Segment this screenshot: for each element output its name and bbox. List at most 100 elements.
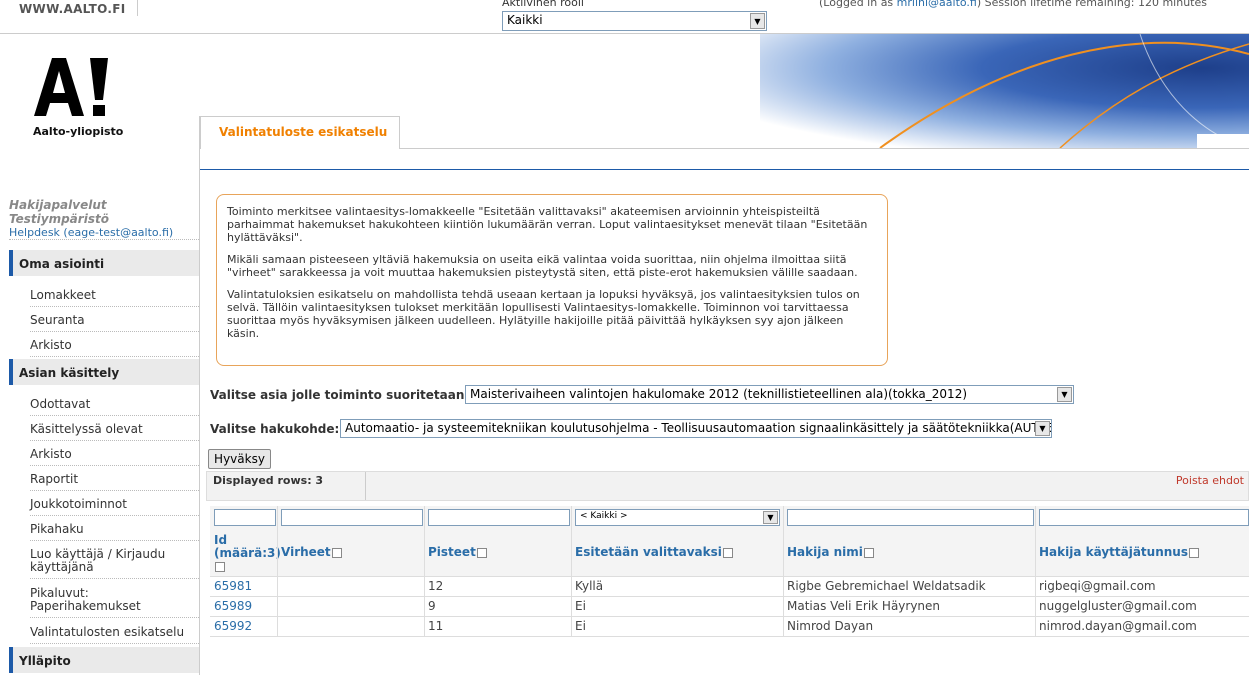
sidebar-item-pikahaku[interactable]: Pikahaku (30, 523, 199, 541)
user-email-link[interactable]: mriihi@aalto.fi (897, 0, 977, 9)
table-cell-pisteet: 12 (428, 579, 444, 593)
chevron-down-icon[interactable]: ▼ (1035, 421, 1050, 436)
chevron-down-icon[interactable]: ▼ (1057, 387, 1072, 402)
tab-baseline (400, 148, 1249, 149)
role-select[interactable]: Kaikki ▼ (502, 11, 767, 31)
hyvaksy-button[interactable]: Hyväksy (208, 449, 271, 469)
asia-select[interactable]: Maisterivaiheen valintojen hakulomake 20… (465, 385, 1074, 404)
info-box: Toiminto merkitsee valintaesitys-lomakke… (216, 194, 888, 366)
sidebar-title-line2: Testiympäristö (9, 212, 109, 226)
displayed-rows: Displayed rows: 3 (213, 474, 324, 487)
row-divider (210, 596, 1249, 597)
table-cell-esitetaan: Kyllä (575, 579, 604, 593)
table-cell-nimi: Nimrod Dayan (787, 619, 874, 633)
info-paragraph-2: Mikäli samaan pisteeseen yltäviä hakemuk… (227, 253, 858, 279)
content-top-line (200, 169, 1249, 170)
column-checkbox[interactable] (215, 561, 225, 572)
header-label: Hakija nimi (787, 545, 863, 559)
asia-select-value: Maisterivaiheen valintojen hakulomake 20… (470, 387, 968, 401)
table-cell-kayttajatunnus: rigbeqi@gmail.com (1039, 579, 1156, 593)
header-label: Virheet (281, 545, 331, 559)
column-header-kayttajatunnus[interactable]: Hakija käyttäjätunnus (1039, 546, 1199, 559)
hakukohde-select[interactable]: Automaatio- ja systeemitekniikan koulutu… (340, 419, 1052, 438)
divider (365, 472, 366, 500)
session-suffix: ) Session lifetime remaining: 120 minute… (976, 0, 1207, 9)
column-divider (424, 506, 425, 636)
top-bar: WWW.AALTO.FI Aktiivinen rooli Kaikki ▼ (… (0, 0, 1249, 34)
table-cell-esitetaan: Ei (575, 619, 586, 633)
info-paragraph-1: Toiminto merkitsee valintaesitys-lomakke… (227, 205, 868, 244)
chevron-down-icon[interactable]: ▼ (750, 13, 765, 29)
filter-nimi-input[interactable] (787, 509, 1034, 526)
header-banner (760, 34, 1249, 148)
column-header-id[interactable]: Id (määrä:3) (214, 534, 281, 573)
tab-valintatuloste-esikatselu[interactable]: Valintatuloste esikatselu (200, 116, 400, 149)
sidebar-item-arkisto[interactable]: Arkisto (30, 339, 199, 357)
sidebar-section-oma-asiointi[interactable]: Oma asiointi (9, 250, 199, 276)
column-checkbox[interactable] (863, 547, 874, 558)
table-cell-kayttajatunnus: nuggelgluster@gmail.com (1039, 599, 1197, 613)
sidebar-item-lomakkeet[interactable]: Lomakkeet (30, 289, 199, 307)
role-select-value: Kaikki (507, 13, 543, 27)
header-label: Esitetään valittavaksi (575, 545, 722, 559)
table-cell-pisteet: 11 (428, 619, 444, 633)
table-row-id-link[interactable]: 65992 (214, 619, 252, 633)
column-header-esitetaan[interactable]: Esitetään valittavaksi (575, 546, 733, 559)
aalto-logo[interactable] (34, 58, 114, 118)
column-checkbox[interactable] (476, 547, 487, 558)
sidebar-item-odottavat[interactable]: Odottavat (30, 398, 199, 416)
column-checkbox[interactable] (331, 547, 342, 558)
column-header-virheet[interactable]: Virheet (281, 546, 342, 559)
sidebar-item-pikaluvut[interactable]: Pikaluvut: Paperihakemukset (30, 587, 199, 618)
sidebar-item-raportit[interactable]: Raportit (30, 473, 199, 491)
column-divider (1035, 506, 1036, 636)
hakukohde-select-value: Automaatio- ja systeemitekniikan koulutu… (345, 421, 1052, 435)
sidebar-item-arkisto-2[interactable]: Arkisto (30, 448, 199, 466)
sidebar-item-luo-kayttaja[interactable]: Luo käyttäjä / Kirjaudu käyttäjänä (30, 548, 199, 579)
filter-virheet-input[interactable] (281, 509, 423, 526)
sidebar-section-yllapito[interactable]: Ylläpito (9, 647, 199, 673)
asia-label: Valitse asia jolle toiminto suoritetaan: (210, 388, 470, 402)
site-link[interactable]: WWW.AALTO.FI (19, 2, 125, 16)
sidebar-item-joukkotoiminnot[interactable]: Joukkotoiminnot (30, 498, 199, 516)
table-cell-nimi: Matias Veli Erik Häyrynen (787, 599, 941, 613)
row-divider (210, 616, 1249, 617)
hakukohde-label: Valitse hakukohde: (210, 422, 340, 436)
sidebar-title: Hakijapalvelut Testiympäristö (9, 198, 109, 226)
sidebar-item-valintatulosten-esikatselu[interactable]: Valintatulosten esikatselu (30, 626, 199, 644)
info-paragraph-3: Valintatuloksien esikatselu on mahdollis… (227, 288, 860, 340)
filter-esitetaan-select[interactable]: < Kaikki > ▼ (575, 509, 780, 526)
table-cell-nimi: Rigbe Gebremichael Weldatsadik (787, 579, 986, 593)
row-divider (210, 636, 1249, 637)
header-label: Id (määrä:3) (214, 533, 281, 560)
sidebar-item-kasittelyssa[interactable]: Käsittelyssä olevat (30, 423, 199, 441)
column-header-nimi[interactable]: Hakija nimi (787, 546, 874, 559)
filter-kayttajatunnus-input[interactable] (1039, 509, 1249, 526)
filter-id-input[interactable] (214, 509, 276, 526)
role-label: Aktiivinen rooli (502, 0, 584, 9)
column-divider (277, 506, 278, 636)
table-cell-esitetaan: Ei (575, 599, 586, 613)
logo-text: Aalto-yliopisto (33, 125, 124, 138)
helpdesk-link[interactable]: Helpdesk (eage-test@aalto.fi) (9, 226, 199, 240)
content-border (199, 116, 200, 675)
column-checkbox[interactable] (1189, 547, 1199, 558)
row-divider (210, 576, 1249, 577)
column-checkbox[interactable] (722, 547, 733, 558)
chevron-down-icon[interactable]: ▼ (763, 511, 778, 524)
table-cell-kayttajatunnus: nimrod.dayan@gmail.com (1039, 619, 1197, 633)
header-label: Hakija käyttäjätunnus (1039, 545, 1188, 559)
header-label: Pisteet (428, 545, 476, 559)
column-divider (571, 506, 572, 636)
table-cell-pisteet: 9 (428, 599, 436, 613)
table-row-id-link[interactable]: 65989 (214, 599, 252, 613)
filter-select-value: < Kaikki > (580, 511, 628, 521)
filter-pisteet-input[interactable] (428, 509, 570, 526)
divider (137, 0, 138, 16)
table-row-id-link[interactable]: 65981 (214, 579, 252, 593)
clear-filters-link[interactable]: Poista ehdot (1176, 474, 1244, 487)
sidebar-section-asian-kasittely[interactable]: Asian käsittely (9, 359, 199, 385)
sidebar-item-seuranta[interactable]: Seuranta (30, 314, 199, 332)
column-header-pisteet[interactable]: Pisteet (428, 546, 487, 559)
session-prefix: (Logged in as (819, 0, 897, 9)
